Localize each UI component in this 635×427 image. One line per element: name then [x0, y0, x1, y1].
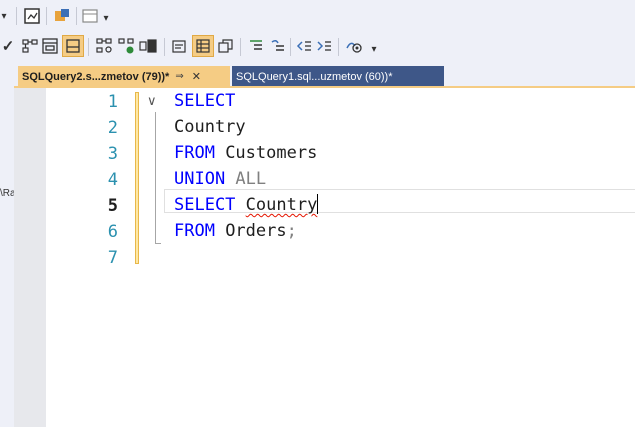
- identifier: Customers: [214, 143, 318, 163]
- line-number: 1: [107, 92, 118, 112]
- line-number: 3: [107, 144, 118, 164]
- show-results-icon[interactable]: [138, 36, 158, 56]
- error-identifier: Country: [245, 195, 318, 215]
- identifier: Orders: [214, 221, 287, 241]
- comment-icon[interactable]: [246, 36, 266, 56]
- code-line-2[interactable]: Country: [174, 114, 246, 140]
- keyword: FROM: [174, 143, 215, 163]
- toolbar-separator: [240, 38, 241, 56]
- tab-label: SQLQuery1.sql...uzmetov (60))*: [236, 70, 393, 83]
- dropdown-arrow-icon[interactable]: ▾: [0, 6, 14, 26]
- semicolon: ;: [286, 221, 297, 241]
- uncomment-icon[interactable]: [268, 36, 288, 56]
- keyword: UNION: [174, 169, 226, 189]
- identifier: Country: [174, 117, 246, 137]
- change-tracking-bar: [135, 92, 139, 264]
- document-tab-bar: SQLQuery2.s...zmetov (79))* ⇒ ✕ SQLQuery…: [0, 66, 635, 87]
- execute-check-icon[interactable]: ✓: [0, 36, 18, 56]
- decrease-indent-icon[interactable]: [294, 36, 314, 56]
- results-to-grid-icon[interactable]: [40, 36, 60, 56]
- results-to-grid-selected-icon[interactable]: [192, 35, 214, 57]
- toolbar-separator: [16, 7, 17, 25]
- results-to-file-icon[interactable]: [22, 6, 42, 26]
- line-number-current: 5: [107, 196, 118, 216]
- line-number: 4: [107, 170, 118, 190]
- line-number: 6: [107, 222, 118, 242]
- outline-line: [155, 112, 156, 244]
- code-line-1[interactable]: SELECT: [174, 88, 235, 114]
- keyword: SELECT: [174, 195, 236, 215]
- outline-end: [155, 243, 161, 244]
- keyword-gray: ALL: [225, 169, 267, 189]
- specify-values-icon[interactable]: [344, 36, 364, 56]
- include-live-stats-icon[interactable]: [116, 36, 136, 56]
- code-line-4[interactable]: UNION ALL: [174, 166, 266, 192]
- include-plan-icon[interactable]: [94, 36, 114, 56]
- pin-icon[interactable]: ⇒: [175, 71, 183, 82]
- toolbar-separator: [46, 7, 47, 25]
- tab-label: SQLQuery2.s...zmetov (79))*: [22, 70, 170, 83]
- object-explorer-edge: × \Ra: [0, 66, 16, 427]
- tab-sqlquery2[interactable]: SQLQuery2.s...zmetov (79))* ⇒ ✕: [18, 66, 230, 87]
- close-icon[interactable]: ✕: [192, 70, 201, 83]
- overflow-icon[interactable]: ▾: [96, 8, 116, 28]
- code-line-3[interactable]: FROM Customers: [174, 140, 317, 166]
- toolbar-separator: [338, 38, 339, 56]
- code-line-6[interactable]: FROM Orders;: [174, 218, 297, 244]
- keyword: SELECT: [174, 91, 236, 111]
- results-to-file2-icon[interactable]: [216, 36, 236, 56]
- toolbar-separator: [164, 38, 165, 56]
- toolbar-separator: [88, 38, 89, 56]
- toolbar-separator: [290, 38, 291, 56]
- include-stats-icon[interactable]: [62, 35, 84, 57]
- line-number: 7: [107, 248, 118, 268]
- toolbar-sql-editor: ✓ ▾: [0, 30, 635, 64]
- glyph-margin: [14, 88, 46, 427]
- toolbar-separator: [76, 7, 77, 25]
- results-to-text-icon[interactable]: [170, 36, 190, 56]
- overflow-icon[interactable]: ▾: [364, 39, 384, 59]
- increase-indent-icon[interactable]: [314, 36, 334, 56]
- display-plan-icon[interactable]: [20, 36, 40, 56]
- sql-editor[interactable]: 1 2 3 4 5 6 7 ∨ SELECT Country FROM Cust…: [14, 88, 635, 427]
- text-caret: [317, 194, 319, 214]
- parse-icon[interactable]: [52, 6, 72, 26]
- toolbar-top: ▾ ▾: [0, 0, 635, 34]
- line-number: 2: [107, 118, 118, 138]
- code-line-5[interactable]: SELECT Country: [174, 192, 319, 218]
- tab-sqlquery1[interactable]: SQLQuery1.sql...uzmetov (60))*: [232, 66, 444, 87]
- keyword: FROM: [174, 221, 215, 241]
- collapse-chevron-icon[interactable]: ∨: [147, 93, 157, 109]
